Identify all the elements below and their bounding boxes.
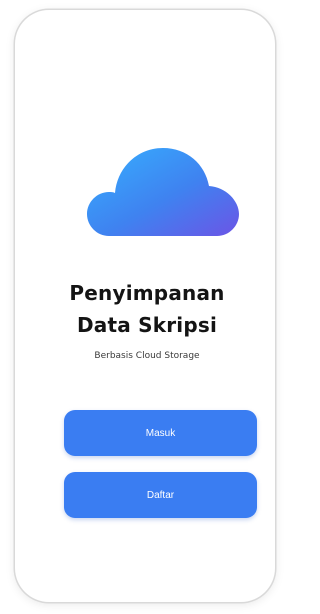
login-button[interactable]: Masuk	[64, 410, 257, 456]
page: Penyimpanan Data Skripsi Berbasis Cloud …	[0, 0, 294, 614]
app-title-line-1: Penyimpanan	[69, 281, 225, 305]
register-button[interactable]: Daftar	[64, 472, 257, 518]
cloud-icon	[87, 148, 239, 236]
app-title-line-2: Data Skripsi	[76, 313, 218, 337]
app-subtitle: Berbasis Cloud Storage	[94, 351, 200, 361]
